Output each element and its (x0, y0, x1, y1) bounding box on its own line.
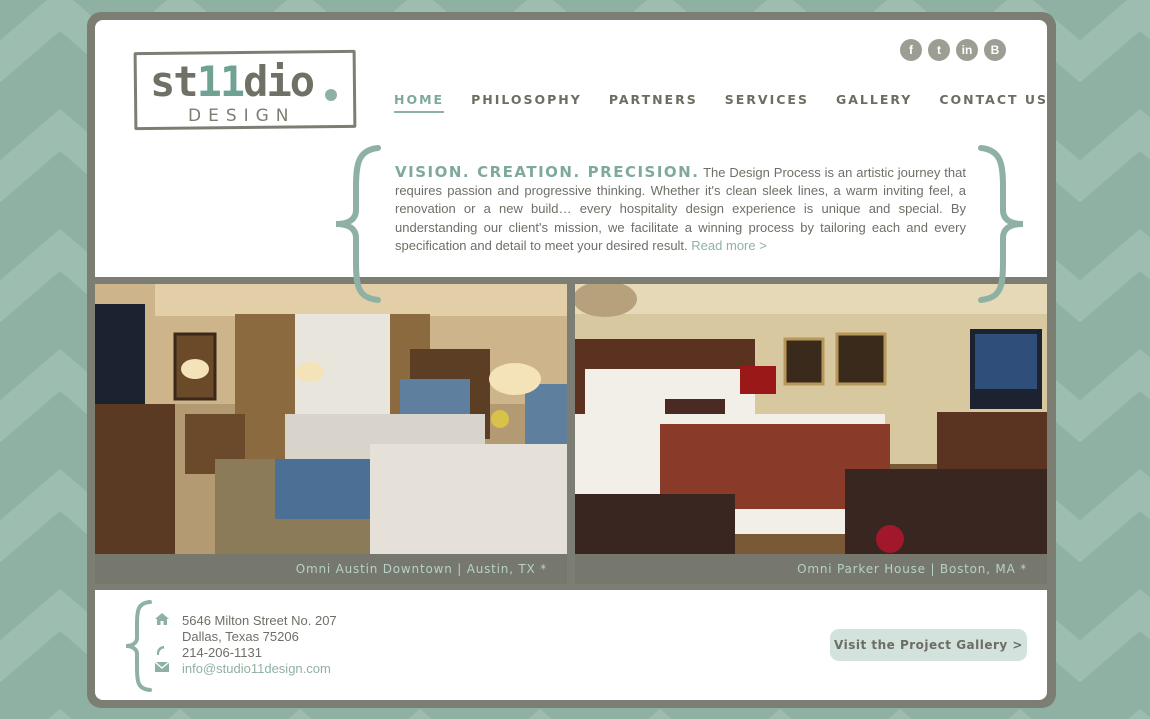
social-links: f t in B (900, 39, 1006, 61)
contact-info: 5646 Milton Street No. 207 Dallas, Texas… (154, 612, 337, 676)
photo-caption-austin: Omni Austin Downtown | Austin, TX * (95, 554, 567, 584)
nav-services[interactable]: SERVICES (725, 92, 809, 113)
linkedin-icon[interactable]: in (956, 39, 978, 61)
right-brace-decoration (978, 145, 1024, 303)
main-nav: HOME PHILOSOPHY PARTNERS SERVICES GALLER… (394, 92, 1048, 113)
hotel-room-image (575, 284, 1047, 554)
logo-subtitle: DESIGN (188, 106, 296, 126)
logo-wordmark: st11dio (150, 57, 315, 106)
intro-heading: VISION. CREATION. PRECISION. (395, 163, 700, 181)
nav-partners[interactable]: PARTNERS (609, 92, 698, 113)
phone-icon (155, 645, 182, 660)
footer-brace-decoration (125, 600, 152, 692)
photo-omni-austin[interactable] (95, 284, 567, 554)
address-line-2: Dallas, Texas 75206 (182, 628, 299, 644)
home-icon (155, 612, 182, 628)
nav-gallery[interactable]: GALLERY (836, 92, 912, 113)
blogger-icon[interactable]: B (984, 39, 1006, 61)
nav-home[interactable]: HOME (394, 92, 445, 113)
nav-philosophy[interactable]: PHILOSOPHY (471, 92, 582, 113)
intro-paragraph: VISION. CREATION. PRECISION. The Design … (395, 163, 966, 255)
mail-icon (154, 661, 182, 675)
read-more-link[interactable]: Read more > (691, 238, 767, 253)
facebook-icon[interactable]: f (900, 39, 922, 61)
nav-contact-us[interactable]: CONTACT US (939, 92, 1048, 113)
photo-omni-parker[interactable] (575, 284, 1047, 554)
email-link[interactable]: info@studio11design.com (182, 661, 331, 676)
left-brace-decoration (335, 145, 381, 303)
twitter-icon[interactable]: t (928, 39, 950, 61)
address-line-1: 5646 Milton Street No. 207 (182, 612, 337, 628)
phone-number[interactable]: 214-206-1131 (182, 645, 262, 660)
hotel-room-image (95, 284, 567, 554)
visit-project-gallery-button[interactable]: Visit the Project Gallery > (830, 629, 1027, 661)
studio11-logo[interactable]: st11dio DESIGN (133, 49, 357, 131)
logo-dot (325, 89, 337, 101)
photo-caption-parker: Omni Parker House | Boston, MA * (575, 554, 1047, 584)
